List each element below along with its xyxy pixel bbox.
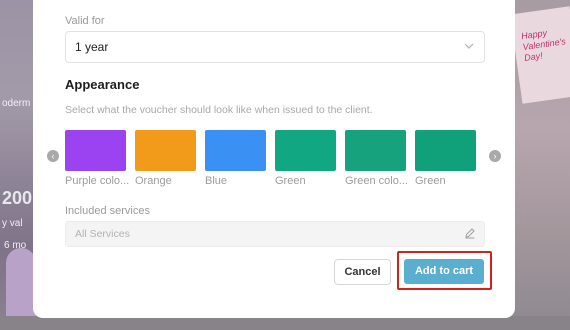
cancel-button[interactable]: Cancel: [334, 259, 391, 285]
included-services-label: Included services: [65, 205, 150, 217]
valid-for-value: 1 year: [75, 40, 109, 54]
appearance-description: Select what the voucher should look like…: [65, 104, 373, 116]
swatch-label: Green colo...: [345, 175, 408, 187]
carousel-prev-button[interactable]: ‹: [47, 150, 59, 162]
included-services-field: All Services: [65, 221, 485, 247]
swatch-blue[interactable]: [205, 130, 266, 171]
swatch-purple[interactable]: [65, 130, 126, 171]
background-text: oderm: [2, 98, 31, 109]
background-bottom: [0, 316, 570, 330]
appearance-heading: Appearance: [65, 77, 140, 92]
swatch-label: Green: [275, 175, 306, 187]
voucher-modal: Valid for 1 year Appearance Select what …: [33, 0, 515, 318]
valentine-card-text: Happy Valentine's Day!: [520, 27, 567, 64]
background-text: y val: [2, 218, 23, 229]
swatch-label: Purple colo...: [65, 175, 130, 187]
chevron-left-icon: ‹: [51, 151, 55, 161]
pencil-icon: [465, 228, 475, 239]
background-text: 200: [2, 188, 33, 208]
swatch-label: Blue: [205, 175, 228, 187]
swatch-orange[interactable]: [135, 130, 196, 171]
swatch-green[interactable]: [275, 130, 336, 171]
valid-for-select[interactable]: 1 year: [65, 31, 485, 63]
chevron-down-icon: [464, 43, 474, 49]
background-image: [6, 248, 36, 318]
included-services-value: All Services: [75, 228, 130, 240]
swatch-label: Orange: [135, 175, 172, 187]
carousel-next-button[interactable]: ›: [489, 150, 501, 162]
swatch-green-3[interactable]: [415, 130, 476, 171]
valid-for-label: Valid for: [65, 15, 105, 27]
swatch-green-2[interactable]: [345, 130, 406, 171]
add-to-cart-button[interactable]: Add to cart: [404, 259, 484, 284]
chevron-right-icon: ›: [493, 151, 497, 161]
swatch-label: Green: [415, 175, 446, 187]
